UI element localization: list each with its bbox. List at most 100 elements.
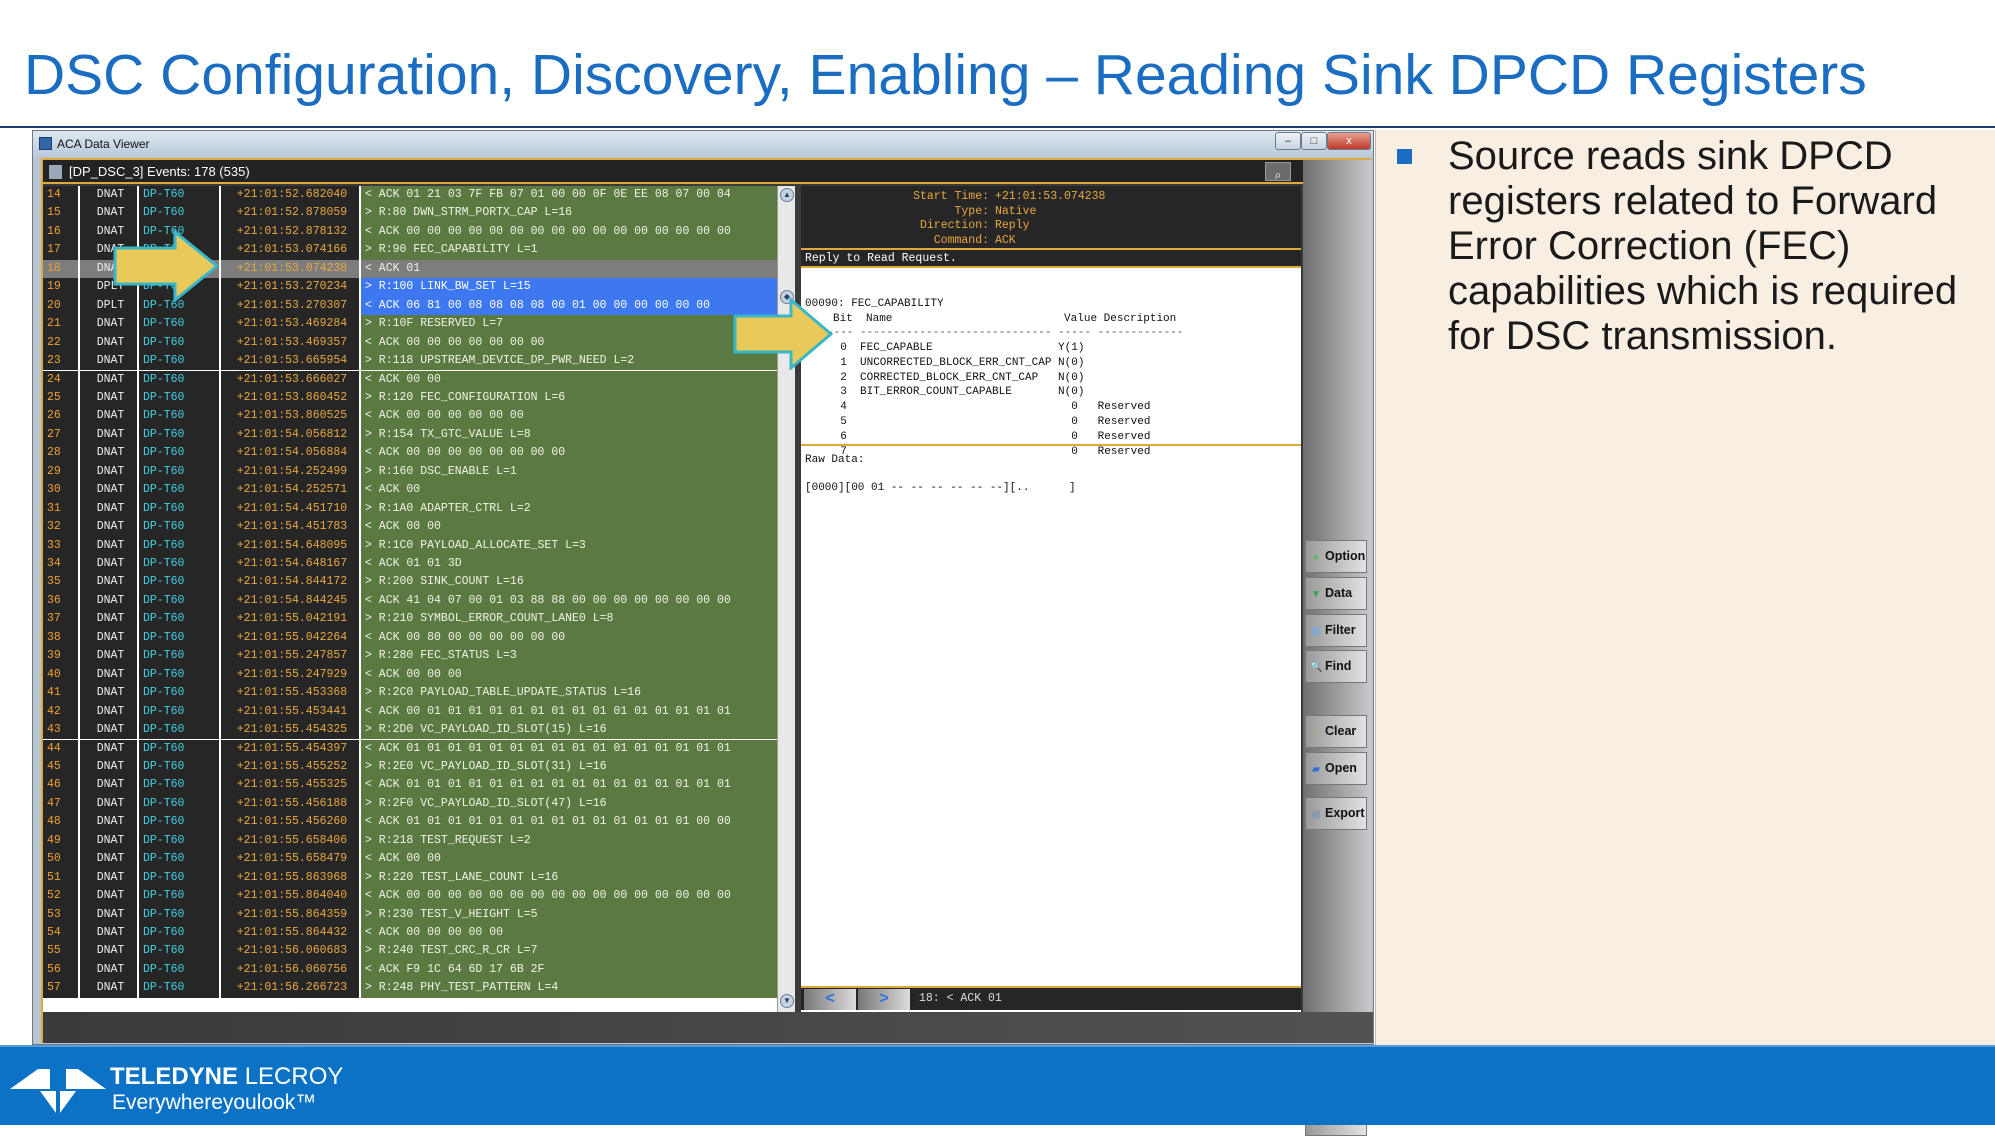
option-button[interactable]: ● Option <box>1305 540 1367 573</box>
table-row[interactable]: 47 DNAT DP-T60 +21:01:55.456188 > R:2F0 VC_P… <box>43 794 777 814</box>
table-row[interactable]: 45 DNAT DP-T60 +21:01:55.455252 > R:2E0 VC_P… <box>43 757 777 777</box>
event-type: DNAT <box>80 591 139 611</box>
table-row[interactable]: 36 DNAT DP-T60 +21:01:54.844245 < ACK 41 04 … <box>43 591 777 611</box>
minimize-button[interactable]: – <box>1275 132 1301 150</box>
table-row[interactable]: 31 DNAT DP-T60 +21:01:54.451710 > R:1A0 ADAP… <box>43 499 777 519</box>
table-row[interactable]: 48 DNAT DP-T60 +21:01:55.456260 < ACK 01 01 … <box>43 813 777 832</box>
events-title: [DP_DSC_3] Events: 178 (535) <box>69 164 250 179</box>
event-index: 51 <box>43 868 80 888</box>
table-row[interactable]: 39 DNAT DP-T60 +21:01:55.247857 > R:280 FEC_… <box>43 647 777 666</box>
table-row[interactable]: 37 DNAT DP-T60 +21:01:55.042191 > R:210 SYMB… <box>43 610 777 629</box>
export-button[interactable]: ▣ Export <box>1305 797 1367 830</box>
event-timestamp: +21:01:55.453441 <box>221 702 361 722</box>
raw-data-label: Raw Data: <box>805 454 865 466</box>
table-row[interactable]: 56 DNAT DP-T60 +21:01:56.060756 < ACK F9 1C … <box>43 960 777 980</box>
event-index: 20 <box>43 296 80 316</box>
table-row[interactable]: 43 DNAT DP-T60 +21:01:55.454325 > R:2D0 VC_P… <box>43 721 777 740</box>
table-row[interactable]: 49 DNAT DP-T60 +21:01:55.658406 > R:218 TEST… <box>43 831 777 851</box>
table-row[interactable]: 15 DNAT DP-T60 +21:01:52.878059 > R:80 DWN_S… <box>43 204 777 223</box>
event-type: DNAT <box>80 407 139 426</box>
detail-separator <box>801 444 1301 446</box>
table-row[interactable]: 46 DNAT DP-T60 +21:01:55.455325 < ACK 01 01 … <box>43 776 777 795</box>
table-row[interactable]: 51 DNAT DP-T60 +21:01:55.863968 > R:220 TEST… <box>43 868 777 888</box>
button-label: Find <box>1325 659 1352 673</box>
event-message: > R:1A0 ADAPTER_CTRL L=2 <box>361 499 777 519</box>
event-source: DP-T60 <box>139 610 221 629</box>
event-source: DP-T60 <box>139 444 221 463</box>
event-source: DP-T60 <box>139 757 221 777</box>
event-index: 49 <box>43 831 80 851</box>
slide-footer: TELEDYNE LECROY Everywhereyoulook™ <box>0 1045 1995 1125</box>
table-row[interactable]: 41 DNAT DP-T60 +21:01:55.453368 > R:2C0 PAYL… <box>43 684 777 703</box>
table-row[interactable]: 32 DNAT DP-T60 +21:01:54.451783 < ACK 00 00 <box>43 518 777 537</box>
table-row[interactable]: 40 DNAT DP-T60 +21:01:55.247929 < ACK 00 00 … <box>43 665 777 685</box>
table-row[interactable]: 42 DNAT DP-T60 +21:01:55.453441 < ACK 00 01 … <box>43 702 777 722</box>
event-type: DNAT <box>80 204 139 223</box>
table-row[interactable]: 33 DNAT DP-T60 +21:01:54.648095 > R:1C0 PAYL… <box>43 536 777 555</box>
table-row[interactable]: 24 DNAT DP-T60 +21:01:53.666027 < ACK 00 00 <box>43 370 777 389</box>
open-button[interactable]: ▰ Open <box>1305 752 1367 785</box>
event-message: > R:2C0 PAYLOAD_TABLE_UPDATE_STATUS L=16 <box>361 684 777 703</box>
table-row[interactable]: 54 DNAT DP-T60 +21:01:55.864432 < ACK 00 00 … <box>43 924 777 943</box>
button-label: Data <box>1325 586 1353 600</box>
filter-button[interactable]: ▤ Filter <box>1305 614 1367 647</box>
scroll-up-icon[interactable]: ▲ <box>780 188 794 202</box>
event-index: 45 <box>43 757 80 777</box>
table-row[interactable]: 14 DNAT DP-T60 +21:01:52.682040 < ACK 01 21 … <box>43 186 777 205</box>
table-row[interactable]: 53 DNAT DP-T60 +21:01:55.864359 > R:230 TEST… <box>43 905 777 924</box>
table-row[interactable]: 44 DNAT DP-T60 +21:01:55.454397 < ACK 01 01 … <box>43 739 777 758</box>
event-index: 56 <box>43 960 80 980</box>
event-timestamp: +21:01:53.270234 <box>221 278 361 297</box>
maximize-button[interactable]: □ <box>1301 132 1327 150</box>
table-row[interactable]: 28 DNAT DP-T60 +21:01:54.056884 < ACK 00 00 … <box>43 444 777 463</box>
event-message: < ACK 00 00 00 <box>361 665 777 685</box>
bit-row: 2 CORRECTED_BLOCK_ERR_CNT_CAP N(0) <box>827 371 1085 384</box>
table-row[interactable]: 25 DNAT DP-T60 +21:01:53.860452 > R:120 FEC_… <box>43 388 777 408</box>
scroll-down-icon[interactable]: ▼ <box>780 994 794 1008</box>
event-index: 21 <box>43 315 80 334</box>
event-index: 44 <box>43 739 80 758</box>
table-row[interactable]: 55 DNAT DP-T60 +21:01:56.060683 > R:240 TEST… <box>43 942 777 961</box>
event-type: DNAT <box>80 186 139 205</box>
table-row[interactable]: 35 DNAT DP-T60 +21:01:54.844172 > R:200 SINK… <box>43 573 777 592</box>
event-message: > R:154 TX_GTC_VALUE L=8 <box>361 425 777 445</box>
table-row[interactable]: 27 DNAT DP-T60 +21:01:54.056812 > R:154 TX_G… <box>43 425 777 445</box>
event-source: DP-T60 <box>139 850 221 869</box>
event-index: 38 <box>43 628 80 648</box>
event-source: DP-T60 <box>139 868 221 888</box>
magnifier-icon[interactable]: ⌕ <box>1265 162 1291 182</box>
detail-field: Direction: Reply <box>801 219 1301 234</box>
table-row[interactable]: 30 DNAT DP-T60 +21:01:54.252571 < ACK 00 <box>43 481 777 500</box>
table-row[interactable]: 22 DNAT DP-T60 +21:01:53.469357 < ACK 00 00 … <box>43 333 777 353</box>
detail-nav-bar: < > 18: < ACK 01 <box>801 986 1301 1010</box>
event-type: DNAT <box>80 518 139 537</box>
table-row[interactable]: 38 DNAT DP-T60 +21:01:55.042264 < ACK 00 80 … <box>43 628 777 648</box>
table-row[interactable]: 50 DNAT DP-T60 +21:01:55.658479 < ACK 00 00 <box>43 850 777 869</box>
table-row[interactable]: 52 DNAT DP-T60 +21:01:55.864040 < ACK 00 00 … <box>43 887 777 906</box>
event-type: DNAT <box>80 352 139 371</box>
event-index: 48 <box>43 813 80 832</box>
table-row[interactable]: 23 DNAT DP-T60 +21:01:53.665954 > R:118 UPST… <box>43 352 777 371</box>
table-row[interactable]: 26 DNAT DP-T60 +21:01:53.860525 < ACK 00 00 … <box>43 407 777 426</box>
table-row[interactable]: 29 DNAT DP-T60 +21:01:54.252499 > R:160 DSC_… <box>43 462 777 482</box>
viewer-body: [DP_DSC_3] Events: 178 (535) ⌕ 14 DNAT DP-… <box>41 158 1373 1136</box>
status-bar <box>43 1012 1373 1043</box>
clear-button[interactable]: ▫ Clear <box>1305 715 1367 748</box>
table-row[interactable]: 34 DNAT DP-T60 +21:01:54.648167 < ACK 01 01 … <box>43 555 777 574</box>
find-button[interactable]: 🔍 Find <box>1305 650 1367 683</box>
aca-data-viewer-window: ACA Data Viewer – □ x [DP_DSC_3] Events:… <box>32 130 1374 1136</box>
event-source: DP-T60 <box>139 518 221 537</box>
logo-name-bold: TELEDYNE <box>110 1063 239 1090</box>
event-timestamp: +21:01:52.682040 <box>221 186 361 205</box>
table-row[interactable]: 57 DNAT DP-T60 +21:01:56.266723 > R:248 PHY_… <box>43 979 777 998</box>
previous-event-button[interactable]: < <box>804 989 856 1010</box>
event-index: 52 <box>43 887 80 906</box>
table-row[interactable]: 21 DNAT DP-T60 +21:01:53.469284 > R:10F RESE… <box>43 315 777 334</box>
event-type: DNAT <box>80 794 139 814</box>
next-event-button[interactable]: > <box>858 989 910 1010</box>
logo-tagline: Everywhereyoulook™ <box>112 1091 317 1114</box>
close-button[interactable]: x <box>1327 132 1371 150</box>
data-button[interactable]: ▼ Data <box>1305 577 1367 610</box>
event-index: 53 <box>43 905 80 924</box>
event-message: < ACK 00 80 00 00 00 00 00 00 <box>361 628 777 648</box>
